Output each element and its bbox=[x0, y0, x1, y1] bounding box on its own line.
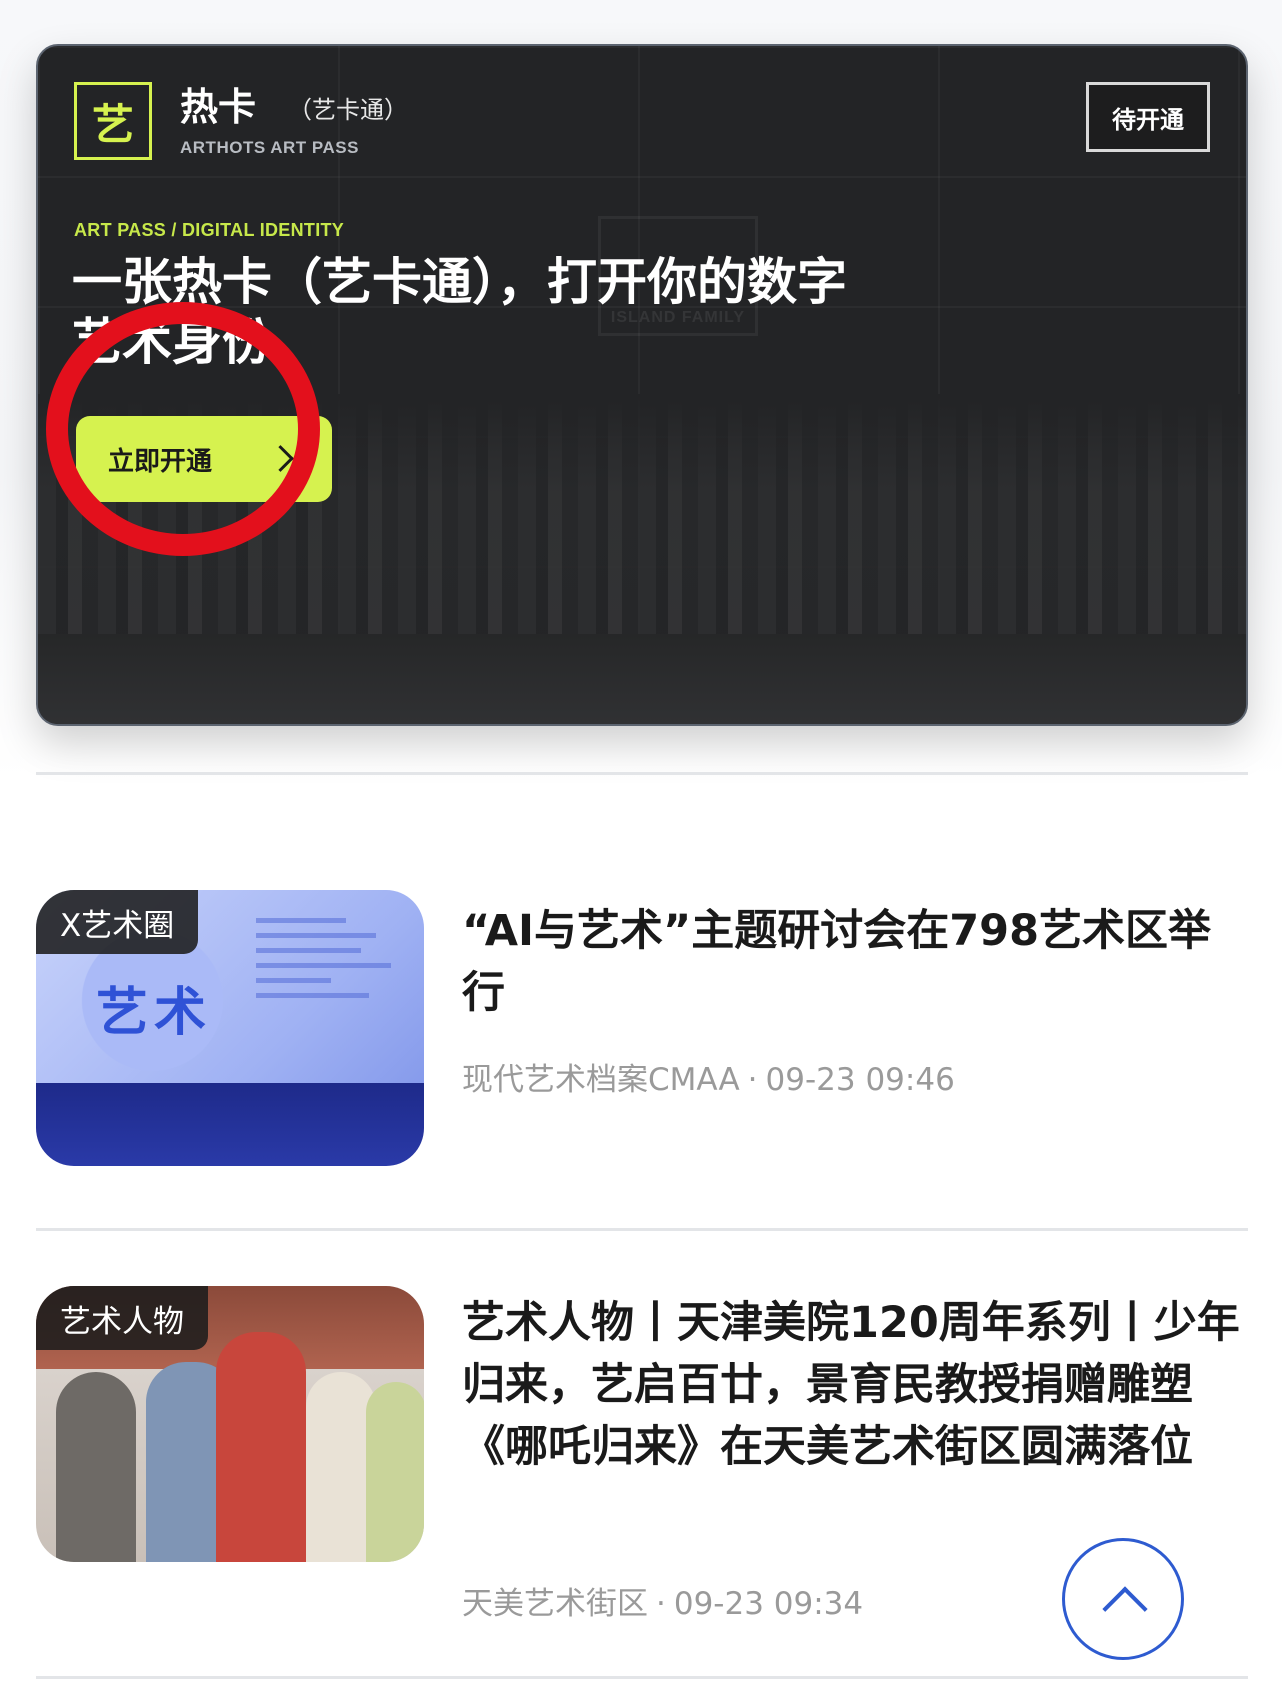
card-tagline: ART PASS / DIGITAL IDENTITY bbox=[74, 220, 345, 240]
divider bbox=[36, 772, 1248, 775]
category-tag: 艺术人物 bbox=[36, 1286, 208, 1350]
thumbnail-screen-text-lines bbox=[256, 908, 406, 1058]
group-photo-ground bbox=[38, 634, 1246, 724]
activate-now-label: 立即开通 bbox=[108, 446, 213, 477]
chevron-right-icon bbox=[267, 445, 294, 472]
meta-separator: · bbox=[656, 1586, 666, 1622]
news-time: 09-23 09:34 bbox=[673, 1586, 864, 1622]
status-pending-button[interactable]: 待开通 bbox=[1086, 82, 1210, 152]
thumbnail-sculpture bbox=[216, 1332, 306, 1562]
divider bbox=[36, 1676, 1248, 1679]
news-time: 09-23 09:46 bbox=[765, 1062, 955, 1098]
news-source: 天美艺术街区 bbox=[462, 1586, 648, 1622]
thumbnail-figure bbox=[366, 1382, 424, 1562]
chevron-up-icon bbox=[1102, 1586, 1148, 1632]
category-tag: X艺术圈 bbox=[36, 890, 199, 954]
activate-now-button[interactable]: 立即开通 bbox=[76, 416, 332, 502]
back-to-top-button[interactable] bbox=[1062, 1538, 1184, 1660]
divider bbox=[36, 1228, 1248, 1231]
thumbnail-stage-text: 艺术 bbox=[96, 983, 213, 1043]
news-thumbnail[interactable]: 艺术 X艺术圈 bbox=[36, 890, 424, 1166]
news-title[interactable]: 艺术人物丨天津美院120周年系列丨少年归来，艺启百廿，景育民教授捐赠雕塑《哪吒归… bbox=[462, 1292, 1252, 1478]
news-title[interactable]: “AI与艺术”主题研讨会在798艺术区举行 bbox=[462, 900, 1252, 1024]
news-meta: 天美艺术街区 · 09-23 09:34 bbox=[462, 1578, 863, 1623]
brand-english-name: ARTHOTS ART PASS bbox=[180, 138, 359, 157]
card-headline: 一张热卡（艺卡通），打开你的数字艺术身份 bbox=[72, 253, 847, 371]
news-source: 现代艺术档案CMAA bbox=[462, 1062, 740, 1098]
news-thumbnail[interactable]: 艺术人物 bbox=[36, 1286, 424, 1562]
thumbnail-figure bbox=[56, 1372, 136, 1562]
art-pass-card[interactable]: ISLAND FAMILY 艺 热卡 （艺卡通） ARTHOTS ART PAS… bbox=[36, 44, 1248, 726]
brand-name: 热卡 bbox=[180, 85, 257, 129]
art-pass-logo-icon: 艺 bbox=[74, 82, 152, 160]
brand-subtitle: （艺卡通） bbox=[288, 96, 408, 124]
news-meta: 现代艺术档案CMAA · 09-23 09:46 bbox=[462, 1054, 955, 1099]
meta-separator: · bbox=[747, 1062, 758, 1098]
